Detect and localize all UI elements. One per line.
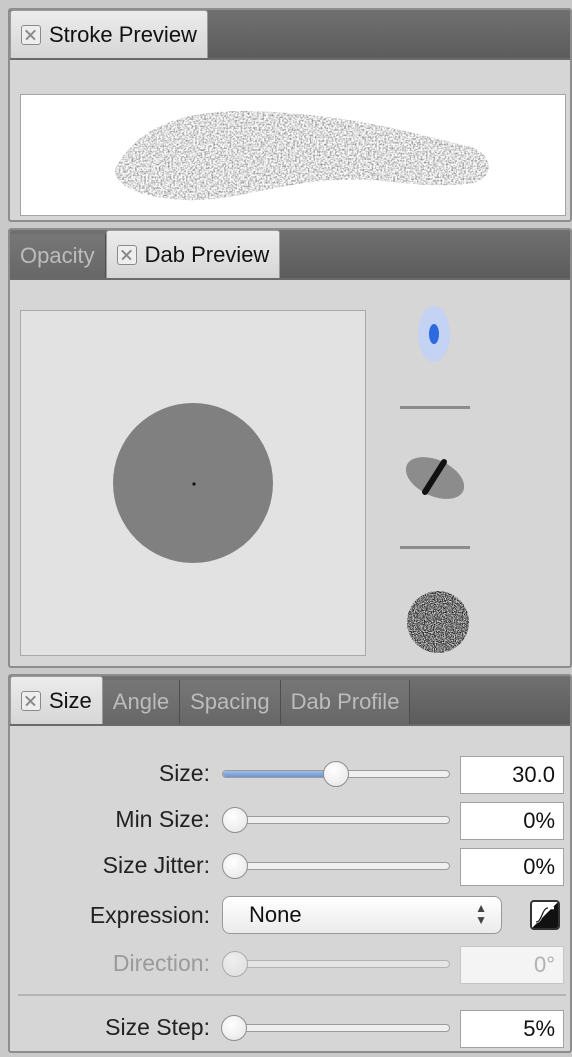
size-step-label: Size Step:: [105, 1014, 210, 1040]
vertical-ellipse-icon[interactable]: [380, 300, 480, 390]
close-icon[interactable]: [21, 24, 41, 45]
dab-preview-canvas: [20, 310, 366, 656]
direction-field[interactable]: 0°: [460, 946, 564, 984]
min-size-field[interactable]: 0%: [460, 802, 564, 840]
size-step-slider-knob[interactable]: [221, 1015, 248, 1041]
expression-select[interactable]: None ▲ ▼: [222, 896, 502, 934]
tab-spacing[interactable]: Spacing: [180, 680, 281, 724]
size-jitter-slider-knob[interactable]: [222, 853, 248, 879]
dab-view-options: [380, 300, 480, 668]
size-step-field[interactable]: 5%: [460, 1010, 564, 1048]
tab-dab-profile[interactable]: Dab Profile: [280, 680, 411, 724]
dab-center-dot: [192, 482, 196, 486]
tab-dab-profile-label: Dab Profile: [290, 689, 400, 714]
direction-row: Direction: 0°: [10, 946, 570, 986]
min-size-label: Min Size:: [115, 806, 210, 832]
stroke-preview-canvas: [20, 94, 566, 216]
size-slider-fill: [223, 771, 336, 777]
tab-stroke-preview[interactable]: Stroke Preview: [10, 10, 208, 58]
size-settings-panel: Size Angle Spacing Dab Profile Size: 30.…: [8, 674, 572, 1053]
size-jitter-row: Size Jitter: 0%: [10, 848, 570, 888]
tab-dab-preview-label: Dab Preview: [144, 241, 270, 267]
tab-angle-label: Angle: [112, 689, 170, 714]
min-size-slider-knob[interactable]: [222, 807, 248, 833]
size-slider-knob[interactable]: [323, 761, 349, 787]
direction-slider[interactable]: [222, 951, 450, 977]
size-step-slider[interactable]: [221, 1015, 450, 1041]
min-size-row: Min Size: 0%: [10, 802, 570, 842]
expression-row: Expression: None ▲ ▼: [10, 896, 570, 938]
close-icon[interactable]: [21, 690, 41, 711]
stepper-arrows-icon: ▲ ▼: [475, 901, 487, 927]
divider-line: [400, 546, 470, 549]
expression-select-value: None: [249, 902, 302, 927]
size-jitter-field[interactable]: 0%: [460, 848, 564, 886]
min-size-slider[interactable]: [222, 807, 450, 833]
size-settings-tabbar: Size Angle Spacing Dab Profile: [10, 676, 570, 726]
size-row: Size: 30.0: [10, 756, 570, 796]
size-jitter-slider[interactable]: [222, 853, 450, 879]
close-icon[interactable]: [116, 244, 137, 265]
dab-preview-tabbar: Opacity Dab Preview: [10, 230, 570, 280]
divider-line: [18, 994, 566, 996]
dab-preview-graphic: [113, 403, 273, 563]
direction-label: Direction:: [112, 950, 210, 976]
stroke-preview-panel: Stroke Preview: [8, 8, 572, 222]
tab-stroke-preview-label: Stroke Preview: [49, 21, 197, 47]
direction-slider-knob[interactable]: [222, 951, 248, 977]
stroke-preview-tabbar: Stroke Preview: [10, 10, 570, 60]
dab-preview-panel: Opacity Dab Preview: [8, 228, 572, 668]
size-jitter-label: Size Jitter:: [102, 852, 210, 878]
tab-opacity[interactable]: Opacity: [10, 234, 106, 278]
noise-dab-icon[interactable]: [380, 578, 480, 668]
tab-dab-preview[interactable]: Dab Preview: [105, 230, 281, 278]
angled-ellipse-icon[interactable]: [380, 440, 480, 520]
tab-spacing-label: Spacing: [190, 689, 270, 714]
expression-editor-icon[interactable]: [530, 900, 560, 930]
size-label: Size:: [158, 760, 210, 786]
size-field[interactable]: 30.0: [460, 756, 564, 794]
tab-angle[interactable]: Angle: [102, 680, 181, 724]
tab-size[interactable]: Size: [10, 676, 103, 724]
size-step-row: Size Step: 5%: [10, 1010, 570, 1050]
stroke-preview-graphic: [115, 110, 489, 201]
divider-line: [400, 406, 470, 409]
expression-label: Expression:: [89, 902, 210, 928]
tab-size-label: Size: [49, 687, 92, 713]
tab-opacity-label: Opacity: [20, 243, 95, 268]
size-slider[interactable]: [222, 761, 450, 787]
